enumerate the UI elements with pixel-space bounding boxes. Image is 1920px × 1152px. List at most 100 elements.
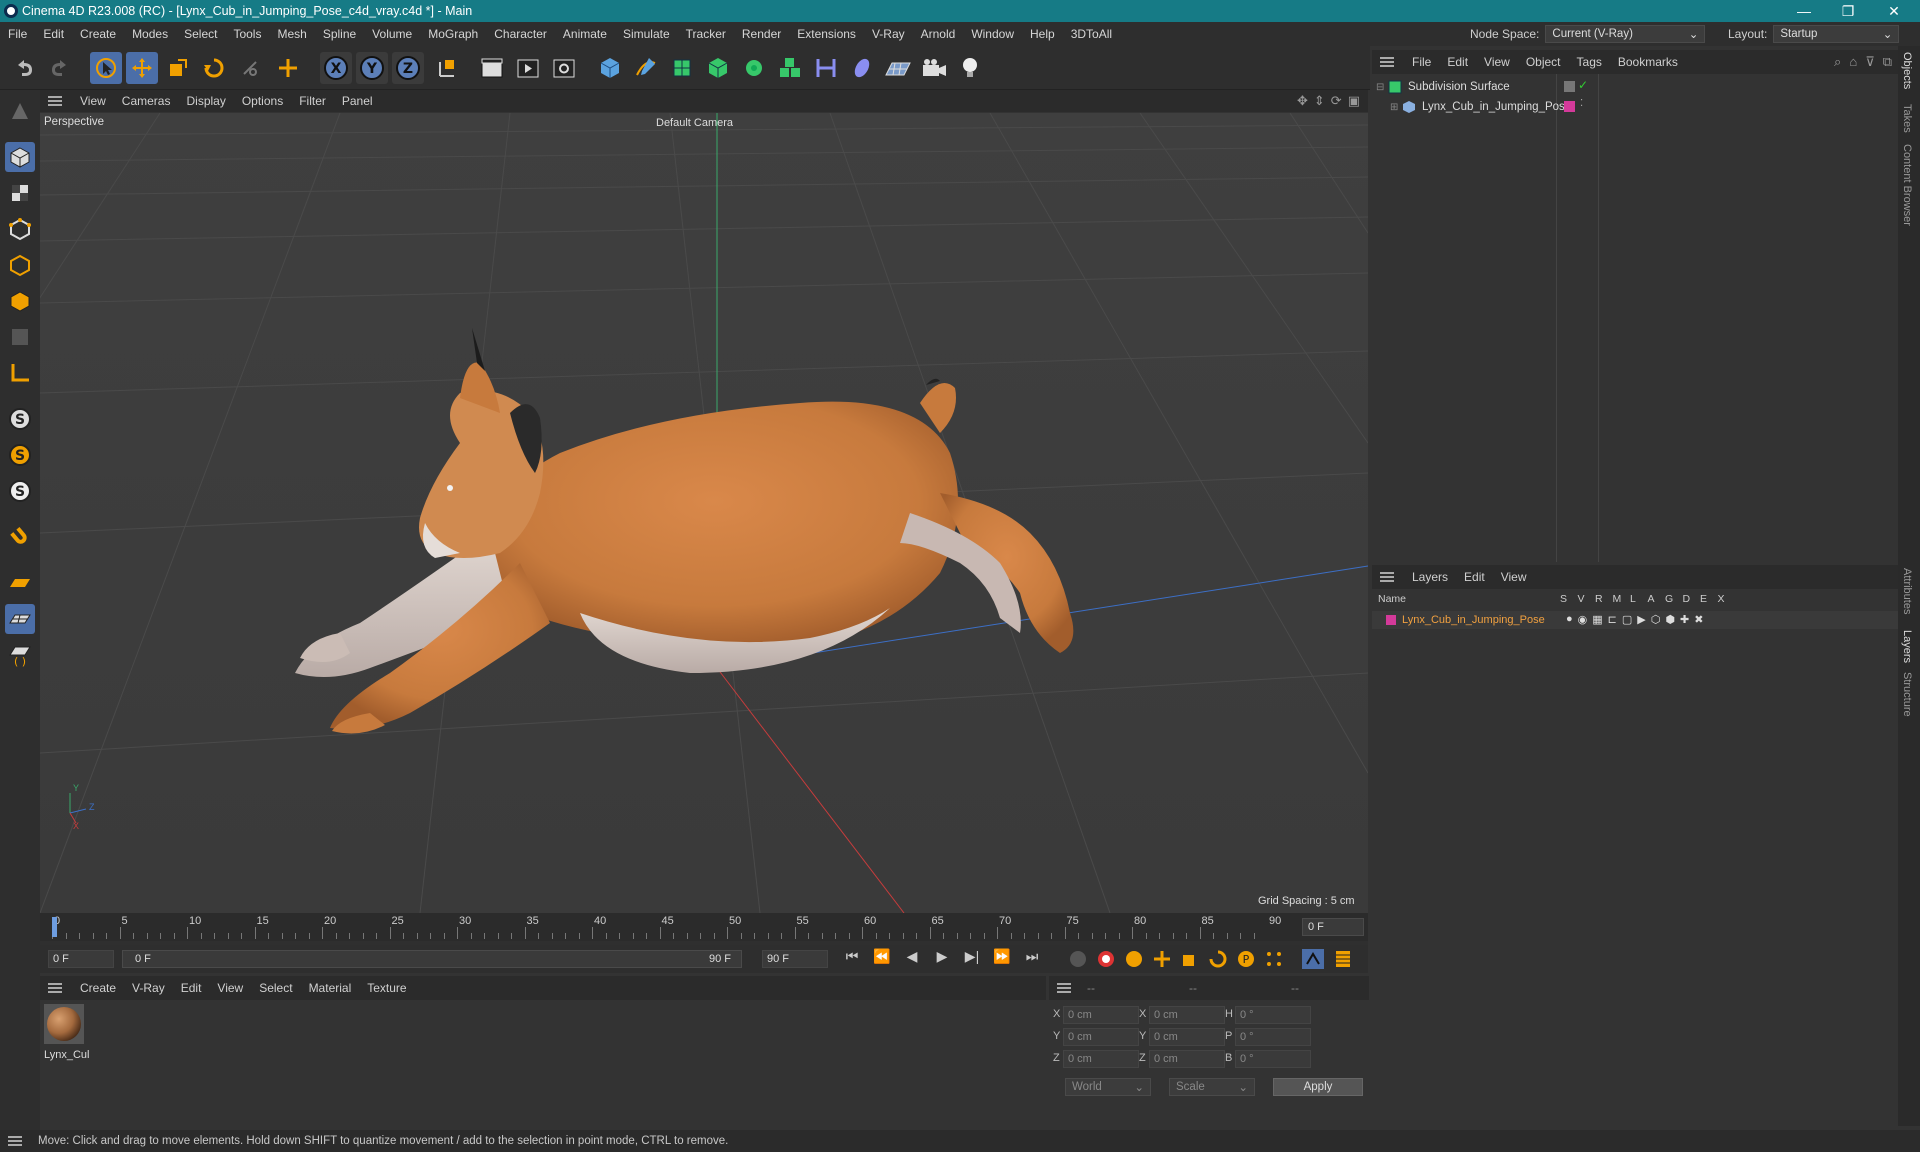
tab-attributes[interactable]: Attributes [1901,568,1913,614]
tab-layers[interactable]: Layers [1901,630,1913,663]
record-disabled-icon[interactable] [1068,949,1088,969]
snap-settings-button[interactable]: S [5,440,35,470]
deformers-icon[interactable]: ⬢ [1665,613,1675,626]
coord-field[interactable]: 0 cm [1063,1050,1139,1068]
scale-tool-button[interactable] [162,52,194,84]
generators-icon[interactable]: ⬡ [1651,613,1661,626]
object-menu-bookmarks[interactable]: Bookmarks [1610,55,1686,69]
coord-field[interactable]: 0 ° [1235,1050,1311,1068]
viewport-menu-panel[interactable]: Panel [334,94,381,108]
autokey-icon[interactable] [1096,949,1116,969]
texture-mode-button[interactable] [5,178,35,208]
end-frame-field[interactable]: 90 F [762,950,828,968]
material-menu-view[interactable]: View [209,981,251,995]
layer-menu-edit[interactable]: Edit [1456,570,1493,584]
hamburger-icon[interactable] [48,96,62,106]
menu-item-character[interactable]: Character [486,27,555,41]
playhead[interactable] [52,917,57,937]
home-icon[interactable]: ⌂ [1849,54,1857,70]
enabled-check-icon[interactable]: ✓ [1578,78,1588,92]
material-menu-select[interactable]: Select [251,981,300,995]
next-frame-icon[interactable]: ▶︎| [960,948,984,965]
menu-item-tracker[interactable]: Tracker [678,27,734,41]
coord-field[interactable]: 0 cm [1149,1028,1225,1046]
animation-icon[interactable]: ▶ [1637,613,1645,626]
view-eye-icon[interactable]: ◉ [1578,613,1588,626]
motion-system-icon[interactable] [1302,949,1324,969]
workplane-snap-button[interactable]: S [5,476,35,506]
undo-button[interactable] [8,52,40,84]
cube-button[interactable] [594,52,626,84]
filter-icon[interactable]: ⊽ [1865,54,1875,70]
rotate-tool-button[interactable] [198,52,230,84]
menu-item-tools[interactable]: Tools [225,27,269,41]
render-icon[interactable]: ▦ [1592,613,1602,626]
tab-objects[interactable]: Objects [1901,52,1913,89]
rotate-view-icon[interactable]: ⟳ [1331,93,1342,109]
menu-item-3dtoall[interactable]: 3DToAll [1063,27,1120,41]
z-axis-lock-button[interactable]: Z [392,52,424,84]
menu-item-spline[interactable]: Spline [315,27,364,41]
point-mode-button[interactable] [5,214,35,244]
close-button[interactable]: ✕ [1872,0,1916,22]
collapse-icon[interactable]: ⊟ [1376,82,1388,93]
menu-item-edit[interactable]: Edit [35,27,72,41]
select-tool-button[interactable] [90,52,122,84]
menu-item-mesh[interactable]: Mesh [269,27,314,41]
material-menu-texture[interactable]: Texture [359,981,414,995]
solo-icon[interactable]: ● [1566,613,1573,626]
previous-frame-icon[interactable]: ◀ [900,948,924,965]
coord-field[interactable]: 0 cm [1063,1028,1139,1046]
menu-item-render[interactable]: Render [734,27,789,41]
object-menu-tags[interactable]: Tags [1569,55,1610,69]
menu-item-volume[interactable]: Volume [364,27,420,41]
tab-takes[interactable]: Takes [1901,104,1913,133]
recent-tool-button[interactable] [234,52,266,84]
object-menu-edit[interactable]: Edit [1439,55,1476,69]
field-button[interactable] [846,52,878,84]
coord-field[interactable]: 0 ° [1235,1028,1311,1046]
layer-color-swatch[interactable] [1386,615,1396,625]
menu-item-window[interactable]: Window [963,27,1022,41]
apply-button[interactable]: Apply [1273,1078,1363,1096]
object-row-lynx[interactable]: ⊞ Lynx_Cub_in_Jumping_Pose ⁚ [1390,98,1896,116]
hamburger-icon[interactable] [1380,572,1394,582]
deformer-button[interactable] [810,52,842,84]
pen-spline-button[interactable] [630,52,662,84]
previous-key-icon[interactable]: ⏪ [870,948,894,965]
polygon-mode-button[interactable] [5,286,35,316]
viewport-menu-options[interactable]: Options [234,94,291,108]
layout-dropdown[interactable]: Startup ⌄ [1773,25,1900,43]
dolly-view-icon[interactable]: ⇕ [1314,93,1325,109]
workplane-button[interactable] [5,568,35,598]
hamburger-icon[interactable] [48,983,62,993]
material-menu-create[interactable]: Create [72,981,124,995]
viewport-menu-cameras[interactable]: Cameras [114,94,179,108]
move-view-icon[interactable]: ✥ [1297,93,1308,109]
visibility-dots-icon[interactable]: ⁚ [1580,98,1583,109]
grid-workplane-button[interactable] [5,604,35,634]
object-menu-object[interactable]: Object [1518,55,1569,69]
coordinate-system-button[interactable] [430,52,462,84]
viewport-menu-display[interactable]: Display [178,94,233,108]
move-tool-button[interactable] [126,52,158,84]
redo-button[interactable] [44,52,76,84]
current-frame-field[interactable]: 0 F [1302,918,1364,936]
search-icon[interactable]: ⌕ [1834,54,1841,70]
coordinate-space-dropdown[interactable]: World ⌄ [1065,1078,1151,1096]
render-settings-button[interactable] [548,52,580,84]
layer-row[interactable]: Lynx_Cub_in_Jumping_Pose ● ◉ ▦ ⊏ ▢ ▶ ⬡ ⬢… [1372,611,1898,629]
key-pla-icon[interactable] [1264,949,1284,969]
subdivision-surface-button[interactable] [666,52,698,84]
node-space-dropdown[interactable]: Current (V-Ray) ⌄ [1545,25,1706,43]
coord-field[interactable]: 0 ° [1235,1006,1311,1024]
uv-mode-button[interactable] [5,322,35,352]
expressions-icon[interactable]: ✚ [1680,613,1689,626]
menu-item-help[interactable]: Help [1022,27,1063,41]
timeline-window-icon[interactable] [1332,949,1354,969]
coord-field[interactable]: 0 cm [1149,1050,1225,1068]
minimize-button[interactable]: — [1782,0,1826,22]
key-rotation-icon[interactable] [1208,949,1228,969]
material-menu-v-ray[interactable]: V-Ray [124,981,173,995]
locked-workplane-button[interactable]: ( ) [5,640,35,670]
